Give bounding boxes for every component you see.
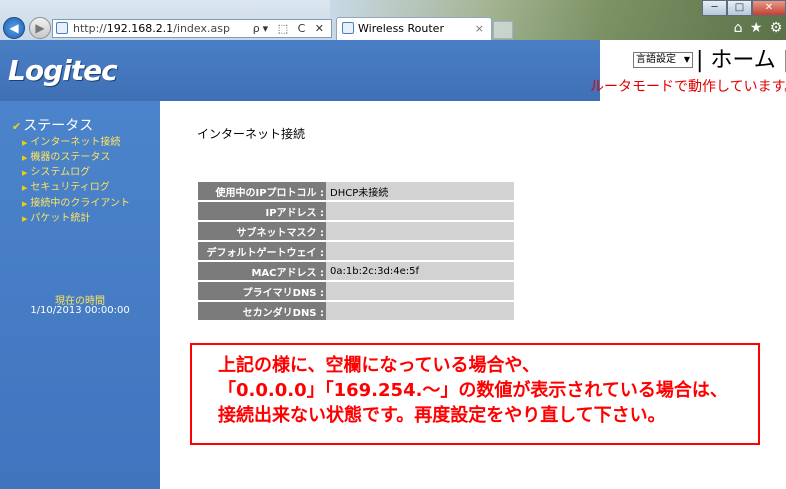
row-label: デフォルトゲートウェイ : [198, 242, 326, 260]
forward-arrow-icon[interactable]: ▶ [29, 17, 51, 39]
triangle-right-icon: ▶ [22, 215, 28, 223]
clock-value: 1/10/2013 00:00:00 [30, 305, 130, 316]
url-host: 192.168.2.1 [106, 22, 174, 35]
maximize-icon[interactable]: □ [727, 0, 752, 16]
gear-icon[interactable]: ⚙ [770, 19, 783, 37]
tab-page-icon [342, 22, 354, 34]
sidebar-item-internet[interactable]: ▶ インターネット接続 [22, 133, 120, 148]
note-line: 接続出来ない状態です。再度設定をやり直して下さい。 [218, 405, 666, 426]
annotation-note-box: 上記の様に、空欄になっている場合や、 「0.0.0.0」「169.254.～」の… [190, 343, 760, 445]
new-tab-button[interactable] [493, 21, 513, 39]
browser-tab[interactable]: Wireless Router × [336, 17, 492, 40]
triangle-right-icon: ▶ [22, 184, 28, 192]
row-label: MACアドレス : [198, 262, 326, 280]
home-link[interactable]: | ホーム | [696, 42, 786, 74]
note-line: 「0.0.0.0」「169.254.～」の数値が表示されている場合は、 [218, 380, 728, 401]
browser-toolbar-icons: ⌂ ★ ⚙ [730, 19, 786, 37]
sidebar-item-packet-stats[interactable]: ▶ パケット統計 [22, 209, 90, 224]
row-label: IPアドレス : [198, 202, 326, 220]
main-content: インターネット接続 使用中のIPプロトコル : DHCP未接続 IPアドレス : … [160, 101, 786, 489]
triangle-right-icon: ▶ [22, 154, 28, 162]
note-line: 上記の様に、空欄になっている場合や、 [218, 355, 541, 376]
url-scheme: http:// [73, 22, 107, 35]
connection-info-table: 使用中のIPプロトコル : DHCP未接続 IPアドレス : サブネットマスク :… [198, 180, 514, 322]
tab-title: Wireless Router [358, 22, 444, 35]
page-icon [56, 22, 68, 34]
address-tools-icons[interactable]: ρ▾ ⬚ C ✕ [253, 20, 327, 37]
row-label: サブネットマスク : [198, 222, 326, 240]
table-row: サブネットマスク : [198, 222, 514, 240]
window-controls: ─ □ ✕ [702, 0, 786, 16]
address-bar[interactable]: http://192.168.2.1/index.asp ρ▾ ⬚ C ✕ [52, 19, 332, 38]
row-value [326, 302, 514, 320]
sidebar-item-label: 接続中のクライアント [30, 198, 130, 209]
mode-status-text: ルータモードで動作しています。 [590, 79, 786, 95]
row-value [326, 282, 514, 300]
table-row: 使用中のIPプロトコル : DHCP未接続 [198, 182, 514, 200]
sidebar-item-system-log[interactable]: ▶ システムログ [22, 163, 90, 178]
tab-close-icon[interactable]: × [475, 18, 484, 39]
sidebar-item-label: 機器のステータス [30, 152, 111, 163]
sidebar-section-status[interactable]: ✔ ステータス [12, 115, 93, 135]
triangle-right-icon: ▶ [22, 169, 28, 177]
minimize-icon[interactable]: ─ [702, 0, 727, 16]
logitec-logo: Logitec [8, 54, 118, 87]
sidebar-item-label: インターネット接続 [30, 137, 121, 148]
close-icon[interactable]: ✕ [752, 0, 786, 16]
sidebar-item-label: パケット統計 [30, 213, 91, 224]
table-row: デフォルトゲートウェイ : [198, 242, 514, 260]
row-label: プライマリDNS : [198, 282, 326, 300]
url-path: /index.asp [173, 22, 230, 35]
chevron-down-icon: ▼ [683, 55, 690, 64]
page-title: インターネット接続 [197, 127, 306, 141]
sidebar-item-clients[interactable]: ▶ 接続中のクライアント [22, 194, 130, 209]
row-label: セカンダリDNS : [198, 302, 326, 320]
table-row: プライマリDNS : [198, 282, 514, 300]
row-value [326, 242, 514, 260]
check-icon: ✔ [12, 120, 22, 133]
table-row: MACアドレス :0a:1b:2c:3d:4e:5f [198, 262, 514, 280]
row-value: DHCP未接続 [326, 182, 514, 200]
table-row: セカンダリDNS : [198, 302, 514, 320]
home-icon[interactable]: ⌂ [734, 19, 743, 37]
row-value [326, 222, 514, 240]
language-select-value: 言語設定 [636, 54, 676, 65]
triangle-right-icon: ▶ [22, 200, 28, 208]
row-value [326, 202, 514, 220]
sidebar-item-security-log[interactable]: ▶ セキュリティログ [22, 178, 110, 193]
sidebar-item-device-status[interactable]: ▶ 機器のステータス [22, 148, 110, 163]
triangle-right-icon: ▶ [22, 139, 28, 147]
row-label: 使用中のIPプロトコル : [198, 182, 326, 200]
sidebar-section-label: ステータス [23, 118, 94, 134]
sidebar-item-label: セキュリティログ [30, 182, 110, 193]
browser-chrome: ◀ ▶ http://192.168.2.1/index.asp ρ▾ ⬚ C … [0, 0, 786, 41]
row-value: 0a:1b:2c:3d:4e:5f [326, 262, 514, 280]
back-arrow-icon[interactable]: ◀ [3, 17, 25, 39]
table-row: IPアドレス : [198, 202, 514, 220]
favorites-star-icon[interactable]: ★ [750, 19, 763, 37]
language-select[interactable]: 言語設定 ▼ [633, 52, 693, 68]
sidebar: ✔ ステータス ▶ インターネット接続 ▶ 機器のステータス ▶ システムログ ▶ セキュ… [0, 101, 160, 489]
address-url[interactable]: http://192.168.2.1/index.asp [73, 20, 230, 37]
sidebar-item-label: システムログ [30, 167, 91, 178]
